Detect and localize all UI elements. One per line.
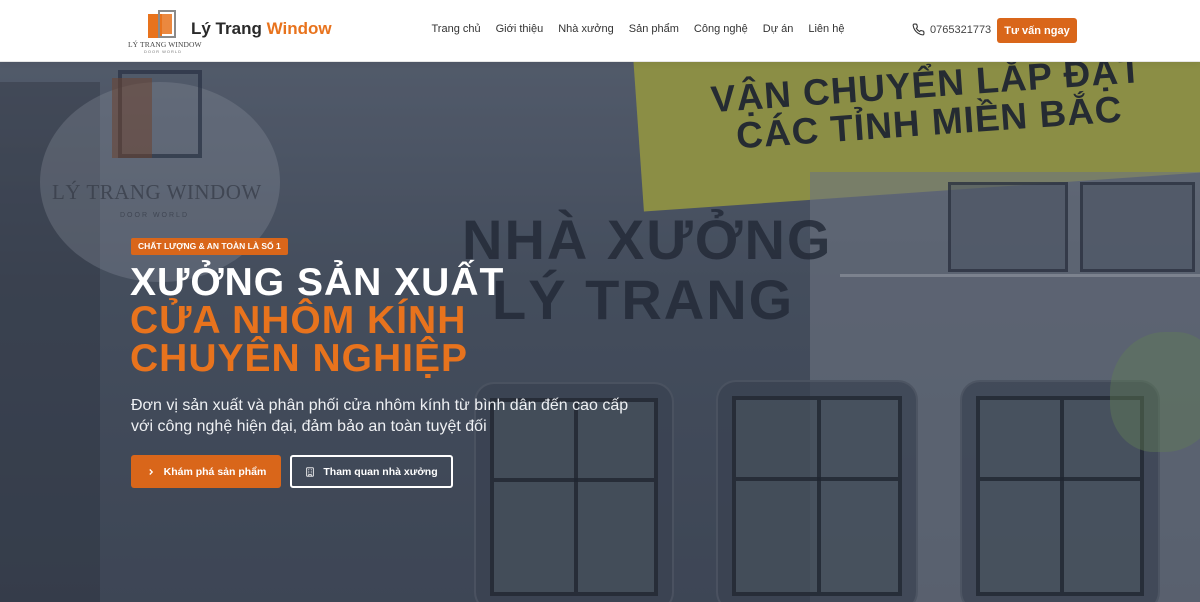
- logo-door-icon: [144, 10, 178, 40]
- nav-item-products[interactable]: Sản phẩm: [621, 23, 686, 35]
- site-header: LÝ TRANG WINDOW DOOR WORLD Lý Trang Wind…: [0, 0, 1200, 62]
- building-icon: [306, 466, 315, 477]
- explore-products-label: Khám phá sản phẩm: [163, 465, 267, 478]
- logo[interactable]: LÝ TRANG WINDOW DOOR WORLD: [128, 8, 202, 54]
- hero-headline-line2: CỬA NHÔM KÍNH: [130, 299, 467, 342]
- nav-item-projects[interactable]: Dự án: [755, 23, 801, 35]
- brand-name-part2: Window: [266, 19, 332, 38]
- brand-name[interactable]: Lý Trang Window: [191, 19, 332, 39]
- hero-description: Đơn vị sản xuất và phân phối cửa nhôm kí…: [131, 397, 629, 435]
- chevron-right-icon: [148, 468, 153, 475]
- phone-icon: [912, 23, 925, 36]
- explore-products-button[interactable]: Khám phá sản phẩm: [131, 455, 281, 488]
- nav-item-technology[interactable]: Công nghệ: [686, 23, 755, 35]
- phone-number: 0765321773: [930, 23, 992, 36]
- visit-factory-button[interactable]: Tham quan nhà xưởng: [290, 455, 453, 488]
- phone-contact[interactable]: 0765321773: [912, 23, 991, 36]
- nav-item-about[interactable]: Giới thiệu: [488, 23, 551, 35]
- consult-now-button[interactable]: Tư vấn ngay: [997, 18, 1077, 43]
- visit-factory-label: Tham quan nhà xưởng: [323, 465, 438, 478]
- logo-subtext: DOOR WORLD: [144, 49, 182, 54]
- hero-headline-line1: XƯỞNG SẢN XUẤT: [130, 261, 505, 304]
- logo-text: LÝ TRANG WINDOW: [128, 40, 202, 49]
- main-nav: Trang chủ Giới thiệu Nhà xưởng Sản phẩm …: [424, 23, 852, 35]
- brand-name-part1: Lý Trang: [191, 19, 262, 38]
- hero-headline-line3: CHUYÊN NGHIỆP: [130, 337, 469, 380]
- hero-headline: XƯỞNG SẢN XUẤT CỬA NHÔM KÍNH CHUYÊN NGHI…: [130, 261, 505, 380]
- hero-section: LÝ TRANG WINDOW DOOR WORLD VẬN CHUYỂN LẮ…: [0, 62, 1200, 602]
- nav-item-contact[interactable]: Liên hệ: [801, 23, 852, 35]
- nav-item-home[interactable]: Trang chủ: [424, 23, 488, 35]
- nav-item-factory[interactable]: Nhà xưởng: [551, 23, 622, 35]
- quality-badge: CHẤT LƯỢNG & AN TOÀN LÀ SỐ 1: [131, 238, 288, 255]
